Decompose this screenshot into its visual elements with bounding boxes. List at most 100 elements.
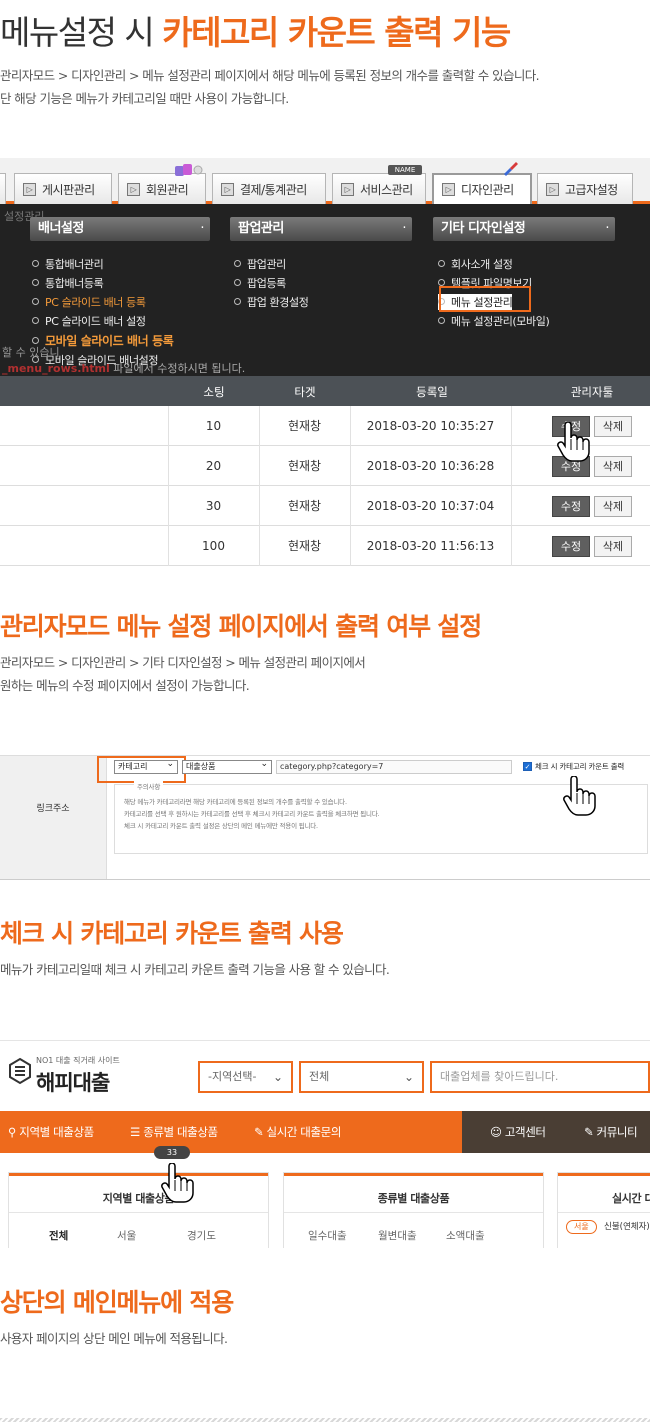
tab-board[interactable]: ▷ 게시판관리 [14,173,112,204]
nav-item-support[interactable]: ☺ 고객센터 [490,1124,546,1140]
live-region-tag: 서울 [566,1220,597,1234]
subtab[interactable]: 서울 [117,1228,136,1243]
ghost-file: _menu_rows.html [2,362,110,375]
play-icon: ▷ [442,183,455,196]
nav-label: 고객센터 [504,1125,546,1139]
group-dot: · [200,221,204,236]
nav-item-community[interactable]: ✎ 커뮤니티 [584,1124,638,1140]
nav-item-region[interactable]: ⚲ 지역별 대출상품 [8,1124,94,1140]
edit-button[interactable]: 수정 [552,536,590,557]
count-checkbox[interactable]: ✓ [523,762,532,771]
chevron-down-icon: ⌄ [272,1070,283,1084]
page-title-highlight: 카테고리 카운트 출력 기능 [162,13,511,52]
front-screenshot: NO1 대출 직거래 사이트 해피대출 -지역선택- ⌄ 전체 ⌄ 대출업체를 찾아… [0,1040,650,1248]
menu-item[interactable]: 통합배너관리 [32,256,104,272]
main-nav: ⚲ 지역별 대출상품 ☰ 종류별 대출상품 ✎ 실시간 대출문의 ☺ 고객센터 … [0,1111,650,1153]
menu-item[interactable]: 팝업등록 [234,275,286,291]
name-badge-icon: NAME [388,165,422,175]
tab-partial[interactable] [0,173,6,204]
logo-text[interactable]: 해피대출 [36,1067,110,1097]
group-header-popup[interactable]: 팝업관리 · [230,217,412,241]
nav-item-type[interactable]: ☰ 종류별 대출상품 [130,1124,218,1140]
delete-button[interactable]: 삭제 [594,456,632,477]
intro-line: 단 해당 기능은 메뉴가 카테고리일 때만 사용이 가능합니다. [0,91,289,106]
group-header-etc[interactable]: 기타 디자인설정 · [433,217,615,241]
ghost-text: _menu_rows.html 파일에서 수정하시면 됩니다. [2,360,245,376]
tab-label: 디자인관리 [461,183,514,197]
cell-sort: 30 [205,499,222,513]
section3-title: 체크 시 카테고리 카운트 출력 사용 [0,919,344,948]
delete-button[interactable]: 삭제 [594,496,632,517]
help-line: 해당 메뉴가 카테고리라면 해당 카테고리에 등록된 정보의 개수를 출력할 수… [124,798,347,806]
panel-title: 실시간 대 [612,1192,650,1205]
map-pin-icon: ⚲ [8,1125,17,1139]
menu-item[interactable]: 팝업 환경설정 [234,294,309,310]
admin-screenshot: ▷ 게시판관리 ▷ 회원관리 ▷ 결제/통계관리 ▷ 서비스관리 ▷ 디자인관리 ▷ 고급자… [0,158,650,576]
nav-item-live[interactable]: ✎ 실시간 대출문의 [254,1124,341,1140]
cell-target: 현재창 [287,419,322,433]
subtab[interactable]: 경기도 [187,1228,216,1243]
group-header-banner[interactable]: 배너설정 · [30,217,210,241]
database-icon: ☰ [130,1125,140,1139]
menu-item[interactable]: 메뉴 설정관리(모바일) [438,313,550,329]
live-text[interactable]: 신불(연체자) [604,1220,650,1232]
group-title: 팝업관리 [238,221,284,236]
intro-line: 관리자모드 > 디자인관리 > 메뉴 설정관리 페이지에서 해당 메뉴에 등록된… [0,68,540,83]
section2-text: 관리자모드 > 디자인관리 > 기타 디자인설정 > 메뉴 설정관리 페이지에서… [0,651,366,697]
play-icon: ▷ [23,182,36,196]
cell-date: 2018-03-20 11:56:13 [366,539,495,553]
tab-label: 결제/통계관리 [240,182,307,197]
subtab[interactable]: 전체 [49,1228,68,1243]
bottom-divider [0,1418,650,1422]
play-icon: ▷ [341,182,354,196]
panel-title: 지역별 대출상품 [102,1192,175,1205]
edit-icon: ✎ [584,1125,594,1139]
menu-item[interactable]: 팝업관리 [234,256,286,272]
tab-service[interactable]: ▷ 서비스관리 [332,173,426,204]
subtab[interactable]: 일수대출 [308,1228,347,1243]
subtab[interactable]: 월변대출 [378,1228,417,1243]
cell-target: 현재창 [287,459,322,473]
subtab[interactable]: 소액대출 [446,1228,485,1243]
type-select[interactable]: 전체 ⌄ [299,1061,424,1093]
cell-date: 2018-03-20 10:35:27 [366,419,495,433]
section2-title: 관리자모드 메뉴 설정 페이지에서 출력 여부 설정 [0,612,482,641]
category-select[interactable]: 대출상품 [182,758,272,774]
section2-line: 원하는 메뉴의 수정 페이지에서 설정이 가능합니다. [0,678,250,693]
menu-item[interactable]: PC 슬라이드 배너 설정 [32,313,146,329]
table-row: 10 현재창 2018-03-20 10:35:27 수정 삭제 [0,406,650,446]
menu-item[interactable]: PC 슬라이드 배너 등록 [32,294,146,310]
delete-button[interactable]: 삭제 [594,536,632,557]
section4-title: 상단의 메인메뉴에 적용 [0,1288,234,1317]
hand-cursor-icon [557,422,590,462]
admin-tab-bar: ▷ 게시판관리 ▷ 회원관리 ▷ 결제/통계관리 ▷ 서비스관리 ▷ 디자인관리 ▷ 고급자… [0,158,650,204]
tab-payment[interactable]: ▷ 결제/통계관리 [212,173,326,204]
search-input[interactable]: 대출업체를 찾아드립니다. [430,1061,650,1093]
help-line: 체크 시 카테고리 카운트 출력 설정은 상단의 메인 메뉴에만 적용이 됩니다… [124,822,318,830]
type-select-value: 전체 [309,1070,330,1083]
tab-advanced[interactable]: ▷ 고급자설정 [537,173,633,204]
checkbox-label: 체크 시 카테고리 카운트 출력 [535,762,625,771]
tab-label: 고급자설정 [565,182,618,197]
admin-dropdown-menu: 설정관리 배너설정 · 팝업관리 · 기타 디자인설정 · 통합배너관리 통합배너등록… [0,204,650,376]
panel-region: 지역별 대출상품 전체 서울 경기도 [9,1173,268,1248]
edit-icon: ✎ [254,1125,264,1139]
brush-icon [504,162,518,176]
tab-label: 게시판관리 [42,182,95,197]
menu-item[interactable]: 회사소개 설정 [438,256,513,272]
nav-label: 지역별 대출상품 [19,1125,94,1139]
table-row: 20 현재창 2018-03-20 10:36:28 수정 삭제 [0,446,650,486]
delete-button[interactable]: 삭제 [594,416,632,437]
smile-icon: ☺ [490,1125,502,1139]
tab-design[interactable]: ▷ 디자인관리 [432,173,532,204]
region-select[interactable]: -지역선택- ⌄ [198,1061,293,1093]
tab-label: 서비스관리 [360,182,413,197]
cell-target: 현재창 [287,499,322,513]
logo-icon [9,1057,31,1085]
edit-button[interactable]: 수정 [552,496,590,517]
intro-text: 관리자모드 > 디자인관리 > 메뉴 설정관리 페이지에서 해당 메뉴에 등록된… [0,64,540,110]
page-title: 메뉴설정 시 카테고리 카운트 출력 기능 [0,6,511,54]
url-input[interactable]: category.php?category=7 [276,760,512,774]
help-title: 주의사항 [134,781,164,791]
menu-item[interactable]: 통합배너등록 [32,275,104,291]
